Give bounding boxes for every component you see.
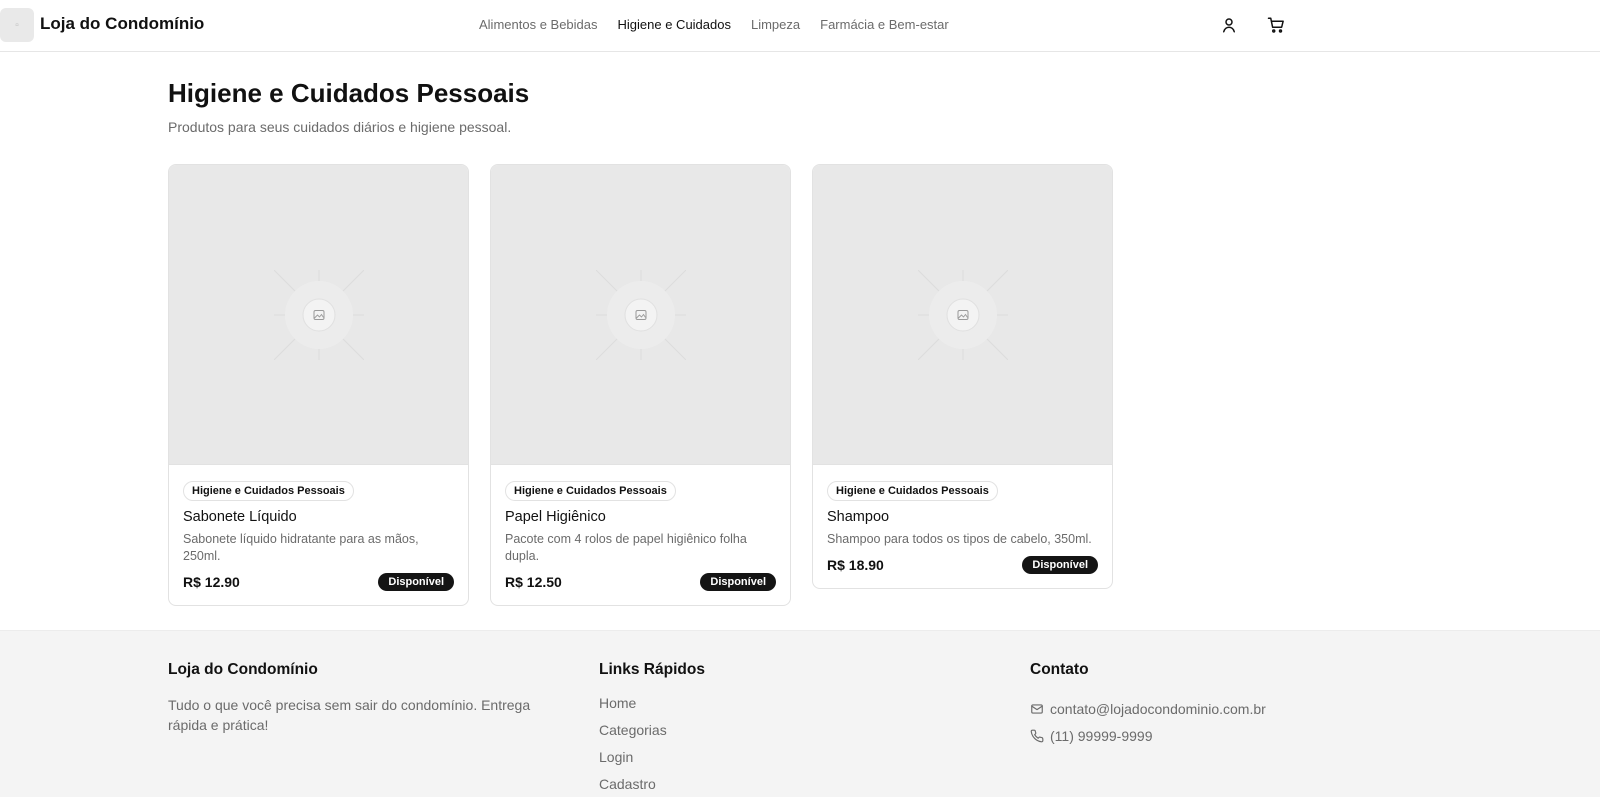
status-badge: Disponível xyxy=(700,573,776,591)
footer-links: Links Rápidos Home Categorias Login Cada… xyxy=(599,661,705,797)
page-subtitle: Produtos para seus cuidados diários e hi… xyxy=(168,119,512,135)
user-icon[interactable] xyxy=(1220,16,1238,34)
image-placeholder-icon xyxy=(917,269,1008,360)
product-description: Sabonete líquido hidratante para as mãos… xyxy=(183,532,419,563)
page-title: Higiene e Cuidados Pessoais xyxy=(168,78,530,108)
brand-name[interactable]: Loja do Condomínio xyxy=(40,14,204,34)
product-image-placeholder xyxy=(491,165,790,465)
image-placeholder-icon xyxy=(273,269,364,360)
contact-phone-text: (11) 99999-9999 xyxy=(1050,727,1153,744)
footer-links-title: Links Rápidos xyxy=(599,661,705,678)
footer-contact-title: Contato xyxy=(1030,661,1089,678)
footer-contact: Contato contato@lojadocondominio.com.br … xyxy=(1030,661,1266,749)
footer-link-home[interactable]: Home xyxy=(599,695,705,722)
mail-icon xyxy=(1031,703,1043,714)
nav-item-farmacia[interactable]: Farmácia e Bem-estar xyxy=(820,17,949,32)
logo-image[interactable]: ▫ xyxy=(0,8,34,42)
contact-email-text: contato@lojadocondominio.com.br xyxy=(1050,700,1266,717)
logo-placeholder-icon: ▫ xyxy=(15,19,19,31)
footer-about: Loja do Condomínio Tudo o que você preci… xyxy=(168,661,548,735)
product-price: R$ 12.50 xyxy=(505,574,562,590)
main-nav: Alimentos e Bebidas Higiene e Cuidados L… xyxy=(479,17,969,32)
product-card[interactable]: Higiene e Cuidados Pessoais Shampoo Sham… xyxy=(812,164,1113,589)
product-card[interactable]: Higiene e Cuidados Pessoais Sabonete Líq… xyxy=(168,164,469,606)
nav-item-higiene[interactable]: Higiene e Cuidados xyxy=(618,17,731,32)
product-description: Pacote com 4 rolos de papel higiênico fo… xyxy=(505,532,747,563)
product-name[interactable]: Sabonete Líquido xyxy=(183,509,454,525)
product-card[interactable]: Higiene e Cuidados Pessoais Papel Higiên… xyxy=(490,164,791,606)
product-name[interactable]: Papel Higiênico xyxy=(505,509,776,525)
nav-item-alimentos[interactable]: Alimentos e Bebidas xyxy=(479,17,598,32)
cart-icon[interactable] xyxy=(1267,16,1285,34)
image-placeholder-icon xyxy=(595,269,686,360)
footer-brand-title: Loja do Condomínio xyxy=(168,661,318,678)
product-description: Shampoo para todos os tipos de cabelo, 3… xyxy=(827,532,1092,546)
footer-link-categorias[interactable]: Categorias xyxy=(599,722,705,749)
category-badge: Higiene e Cuidados Pessoais xyxy=(505,481,676,501)
status-badge: Disponível xyxy=(378,573,454,591)
product-name[interactable]: Shampoo xyxy=(827,509,1098,525)
status-badge: Disponível xyxy=(1022,556,1098,574)
site-footer: Loja do Condomínio Tudo o que você preci… xyxy=(0,630,1600,797)
footer-brand-text: Tudo o que você precisa sem sair do cond… xyxy=(168,697,531,733)
product-price: R$ 18.90 xyxy=(827,557,884,573)
product-image-placeholder xyxy=(169,165,468,465)
nav-item-limpeza[interactable]: Limpeza xyxy=(751,17,800,32)
contact-email[interactable]: contato@lojadocondominio.com.br xyxy=(1030,695,1266,722)
footer-link-login[interactable]: Login xyxy=(599,749,705,776)
footer-link-cadastro[interactable]: Cadastro xyxy=(599,776,705,797)
category-badge: Higiene e Cuidados Pessoais xyxy=(183,481,354,501)
contact-phone[interactable]: (11) 99999-9999 xyxy=(1030,722,1266,749)
category-badge: Higiene e Cuidados Pessoais xyxy=(827,481,998,501)
site-header: ▫ Loja do Condomínio Alimentos e Bebidas… xyxy=(0,0,1600,52)
product-price: R$ 12.90 xyxy=(183,574,240,590)
product-image-placeholder xyxy=(813,165,1112,465)
phone-icon xyxy=(1030,729,1044,742)
